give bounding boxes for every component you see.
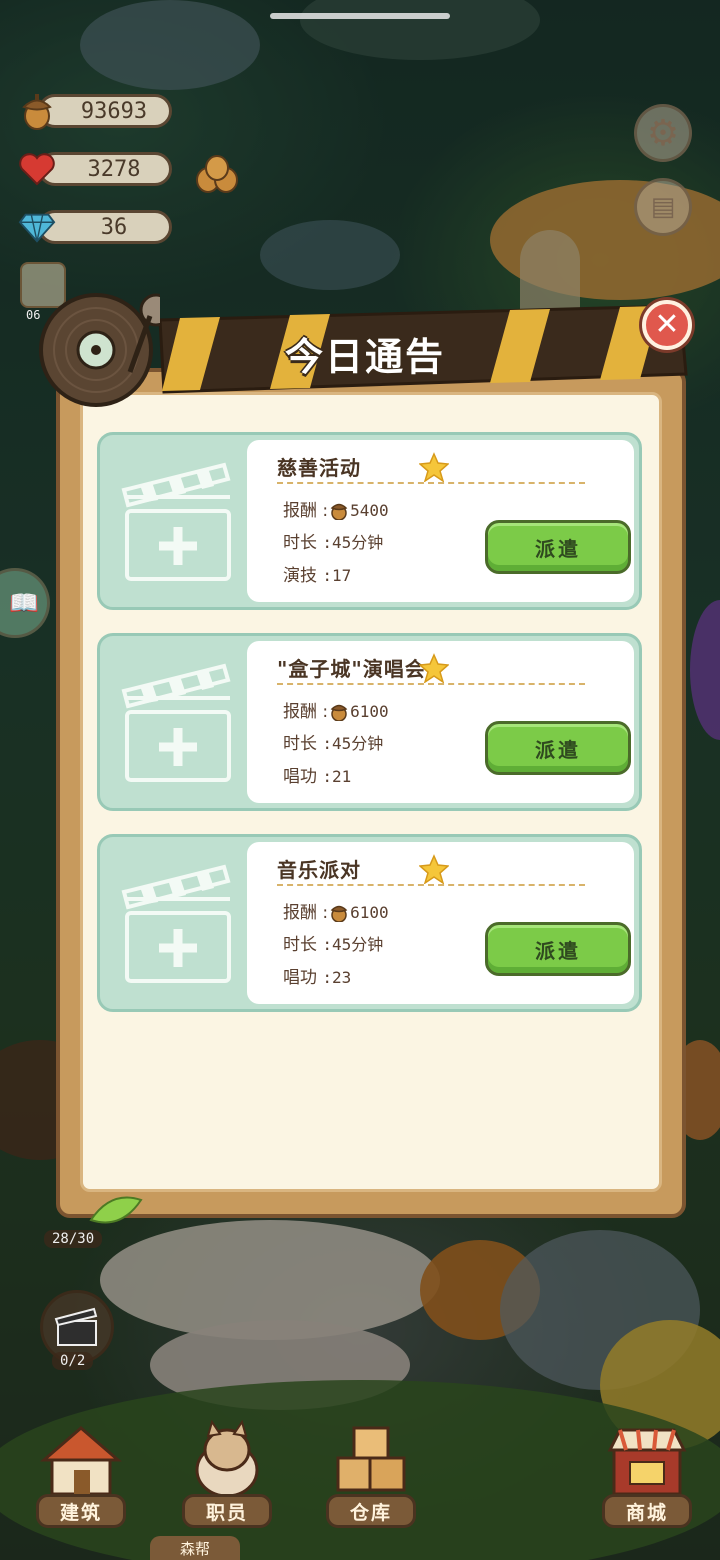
close-x-icon: ✕ — [654, 307, 680, 342]
skill-value: :17 — [322, 566, 352, 585]
dispatch-button[interactable]: 派遣 — [485, 520, 631, 574]
bottom-tab-label: 森帮 — [179, 1539, 210, 1558]
announcement-card: 慈善活动 报酬 :5400 时长 :45分钟 演技 :17 派遣 — [97, 432, 642, 610]
nav-warehouse[interactable]: 仓库 — [324, 1420, 418, 1528]
star-icon — [419, 854, 449, 884]
acorn-icon — [330, 704, 348, 721]
divider — [277, 683, 585, 685]
reward-value: 6100 — [350, 702, 389, 721]
announcement-card: 音乐派对 报酬 :6100 时长 :45分钟 唱功 :23 派遣 — [97, 834, 642, 1012]
duration-label: 时长 — [283, 935, 317, 955]
reward-row: 报酬 :5400 — [283, 501, 389, 521]
divider — [277, 884, 585, 886]
acorn-pile-icon[interactable] — [192, 150, 242, 200]
duration-label: 时长 — [283, 533, 317, 553]
boxes-icon — [336, 1426, 406, 1492]
nav-warehouse-label: 仓库 — [326, 1494, 416, 1528]
diamond-icon — [18, 208, 56, 246]
shop-icon — [607, 1428, 687, 1496]
clapperboard-add-icon — [121, 663, 231, 782]
nav-staff-label: 职员 — [182, 1494, 272, 1528]
nav-build[interactable]: 建筑 — [34, 1420, 128, 1528]
card-content: 慈善活动 报酬 :5400 时长 :45分钟 演技 :17 派遣 — [247, 440, 634, 602]
duration-label: 时长 — [283, 734, 317, 754]
leaf-decoration — [89, 1196, 143, 1224]
reward-value: 5400 — [350, 501, 389, 520]
card-title: 音乐派对 — [277, 858, 361, 882]
house-icon — [39, 1426, 123, 1496]
clapperboard-slot[interactable] — [100, 837, 248, 1009]
reward-row: 报酬 :6100 — [283, 702, 389, 722]
reward-label: 报酬 — [283, 903, 317, 923]
skill-row: 演技 :17 — [283, 561, 351, 586]
heart-counter: 3278 — [38, 152, 172, 186]
clapperboard-icon — [54, 1307, 98, 1346]
book-icon: ▤ — [650, 192, 676, 222]
settings-button[interactable]: ⚙ — [634, 104, 692, 162]
clapperboard-add-icon — [121, 864, 231, 983]
skill-row: 唱功 :21 — [283, 762, 351, 787]
open-book-icon: 📖 — [9, 589, 39, 617]
reward-value: 6100 — [350, 903, 389, 922]
card-content: "盒子城"演唱会 报酬 :6100 时长 :45分钟 唱功 :21 派遣 — [247, 641, 634, 803]
acorn-icon — [330, 905, 348, 922]
dialog-title: 今日通告 — [284, 335, 445, 379]
card-content: 音乐派对 报酬 :6100 时长 :45分钟 唱功 :23 派遣 — [247, 842, 634, 1004]
card-title: "盒子城"演唱会 — [277, 657, 426, 681]
card-title: 慈善活动 — [277, 456, 361, 480]
skill-value: :21 — [322, 767, 352, 786]
clapperboard-slot[interactable] — [100, 636, 248, 808]
dispatch-button[interactable]: 派遣 — [485, 922, 631, 976]
capacity-badge: 28/30 — [44, 1230, 103, 1248]
diamond-count: 36 — [100, 214, 128, 240]
heart-icon — [18, 150, 56, 188]
record-icon — [39, 293, 160, 407]
heart-count: 3278 — [87, 156, 141, 182]
book-button[interactable]: ▤ — [634, 178, 692, 236]
skill-label: 演技 — [283, 566, 317, 586]
star-icon — [419, 452, 449, 482]
nav-staff[interactable]: 职员 — [180, 1420, 274, 1528]
skill-label: 唱功 — [283, 767, 317, 787]
reward-label: 报酬 — [283, 501, 317, 521]
staff-icon — [195, 1420, 259, 1498]
nav-shop-label: 商城 — [602, 1494, 692, 1528]
gear-icon: ⚙ — [646, 112, 680, 154]
announcement-card: "盒子城"演唱会 报酬 :6100 时长 :45分钟 唱功 :21 派遣 — [97, 633, 642, 811]
system-handle — [270, 13, 450, 19]
close-button[interactable]: ✕ — [642, 300, 692, 350]
divider — [277, 482, 585, 484]
clapperboard-add-icon — [121, 462, 231, 581]
star-icon — [419, 653, 449, 683]
acorn-counter: 93693 — [38, 94, 172, 128]
reward-row: 报酬 :6100 — [283, 903, 389, 923]
acorn-icon — [18, 92, 56, 130]
duration-value: :45分钟 — [322, 533, 384, 552]
acorn-icon — [330, 503, 348, 520]
nav-build-label: 建筑 — [36, 1494, 126, 1528]
diamond-counter: 36 — [38, 210, 172, 244]
skill-label: 唱功 — [283, 968, 317, 988]
nav-shop[interactable]: 商城 — [600, 1420, 694, 1528]
dispatch-button[interactable]: 派遣 — [485, 721, 631, 775]
bottom-tab[interactable]: 森帮 — [150, 1536, 240, 1560]
duration-row: 时长 :45分钟 — [283, 729, 383, 754]
clapper-count-badge: 0/2 — [52, 1352, 94, 1370]
duration-value: :45分钟 — [322, 935, 384, 954]
reward-label: 报酬 — [283, 702, 317, 722]
duration-row: 时长 :45分钟 — [283, 930, 383, 955]
duration-value: :45分钟 — [322, 734, 384, 753]
clapperboard-slot[interactable] — [100, 435, 248, 607]
duration-row: 时长 :45分钟 — [283, 528, 383, 553]
acorn-count: 93693 — [80, 98, 148, 124]
skill-row: 唱功 :23 — [283, 963, 351, 988]
skill-value: :23 — [322, 968, 352, 987]
